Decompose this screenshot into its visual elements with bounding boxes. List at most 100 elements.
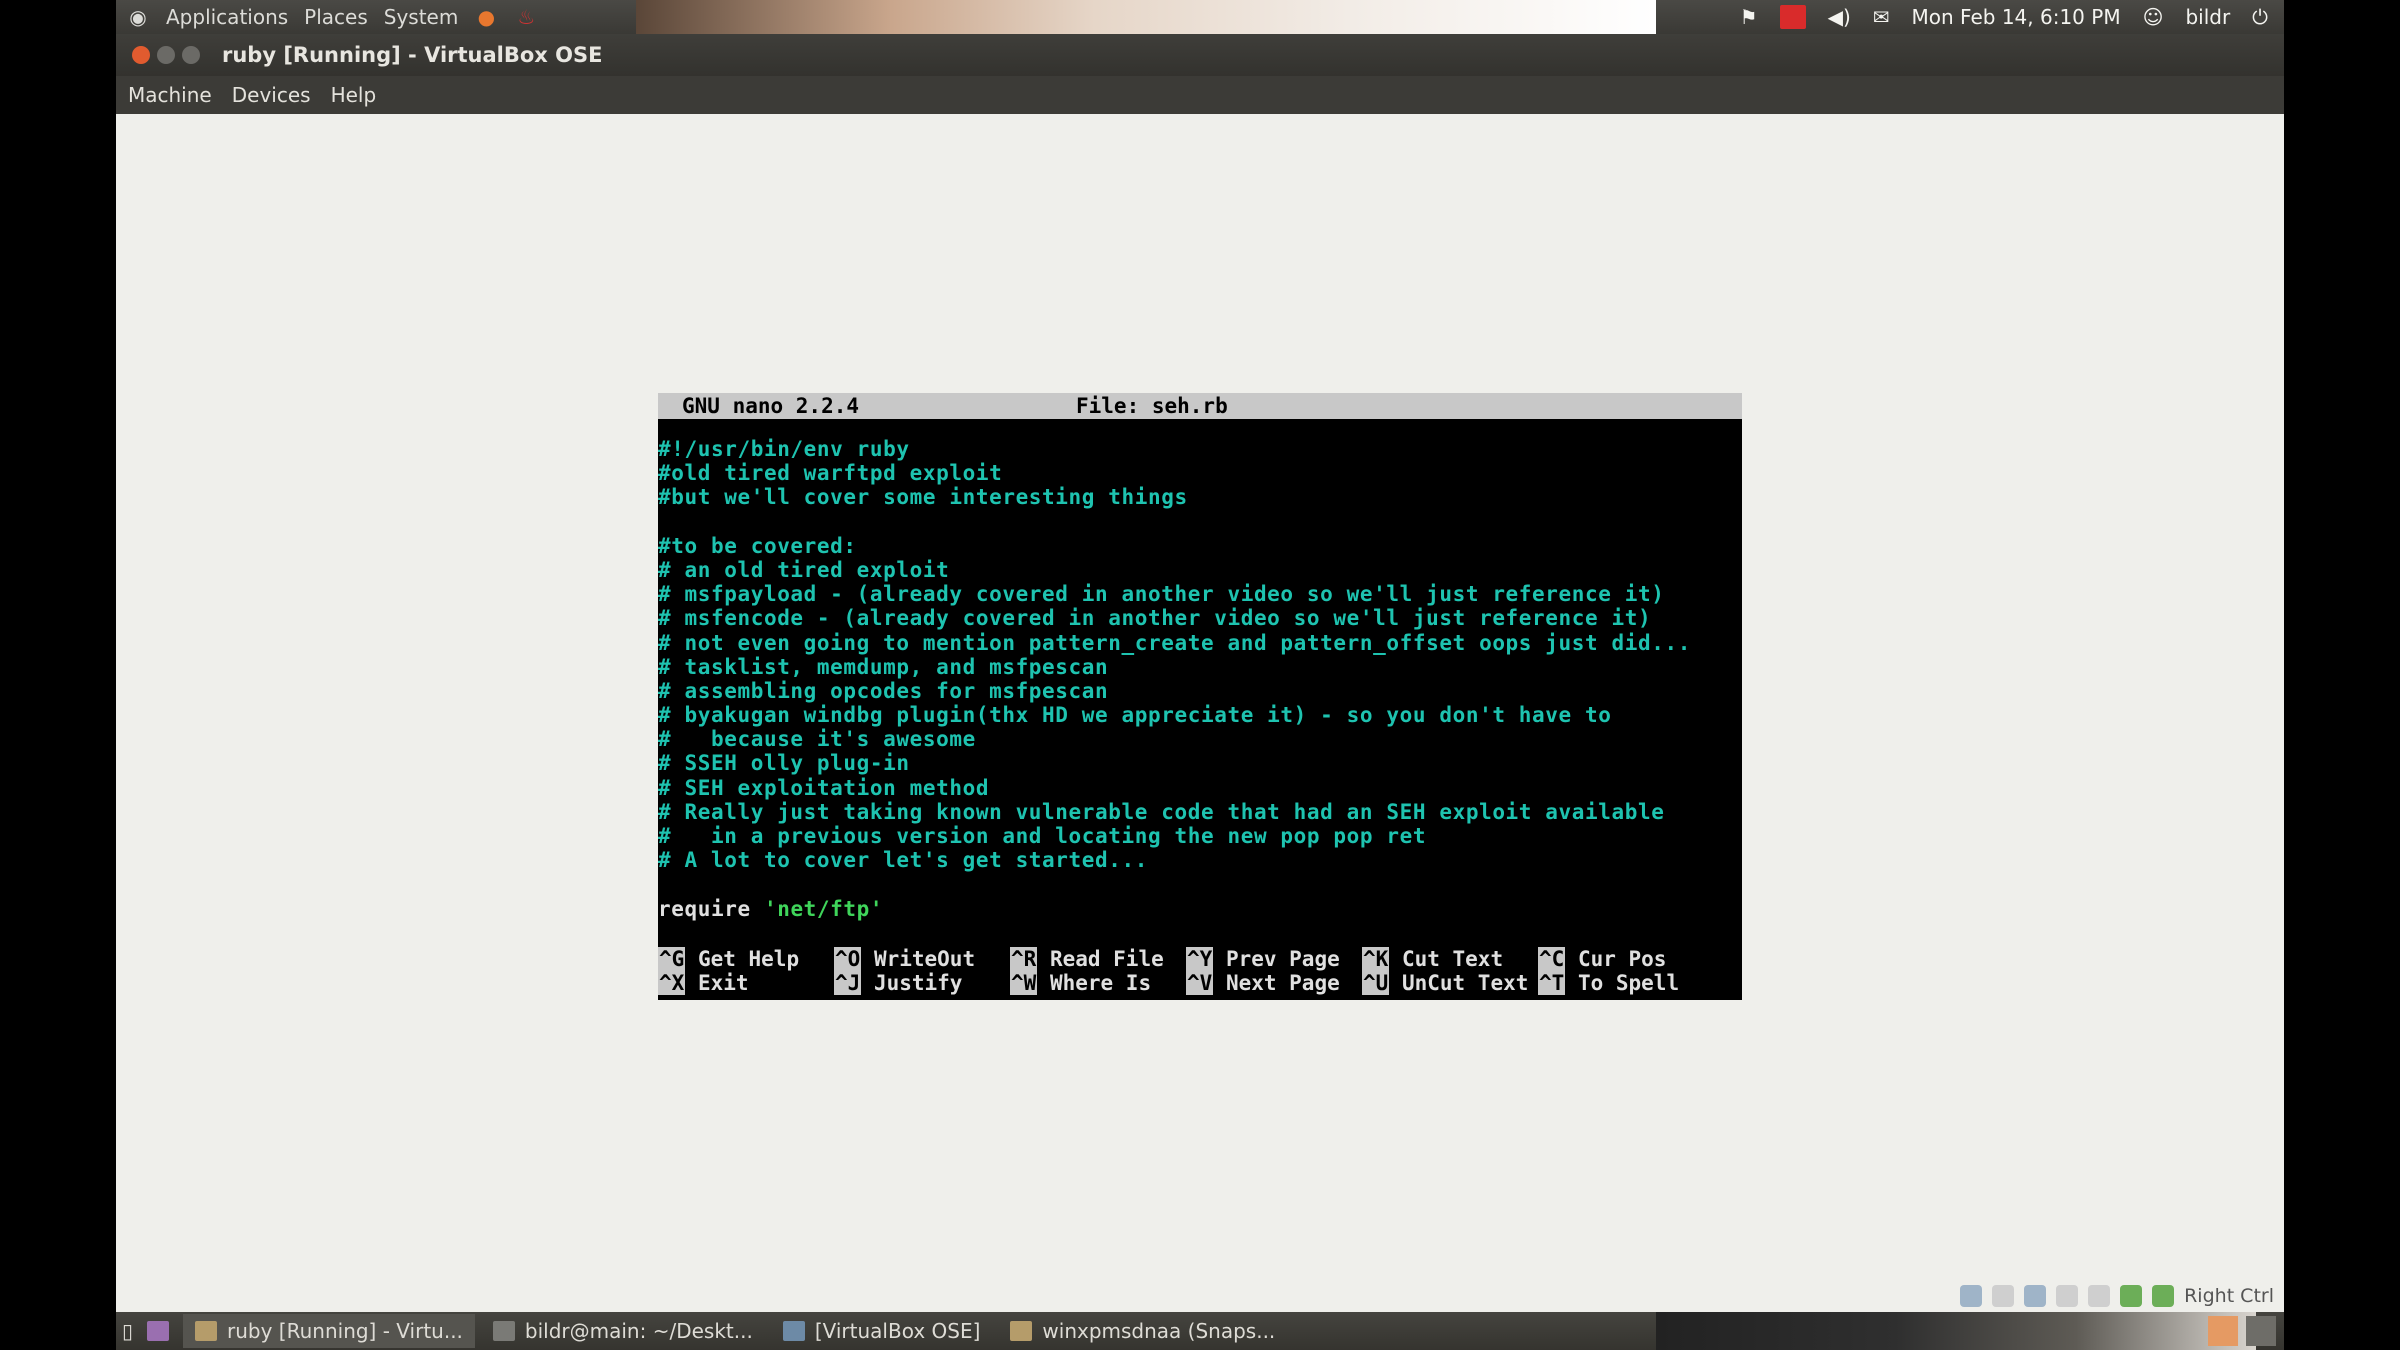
shortcut-key: ^J (834, 971, 862, 995)
network-adapter-icon[interactable] (2024, 1285, 2047, 1307)
volume-icon[interactable]: ◀) (1828, 5, 1851, 29)
shortcut-key: ^T (1538, 971, 1566, 995)
mail-icon[interactable]: ✉ (1873, 5, 1890, 29)
code-line: # SSEH olly plug-in (658, 751, 910, 776)
shortcut-key: ^X (658, 971, 686, 995)
mouse-integration-icon[interactable] (2120, 1285, 2143, 1307)
shortcut-writeout: ^O WriteOut (834, 947, 975, 971)
shared-folder-icon[interactable] (2088, 1285, 2111, 1307)
shortcut-read-file: ^R Read File (1010, 947, 1164, 971)
shortcut-key: ^R (1010, 947, 1038, 971)
shortcut-label: Read File (1049, 947, 1164, 971)
shortcut-key: ^U (1362, 971, 1390, 995)
taskbar-item-label: winxpmsdnaa (Snaps... (1042, 1319, 1276, 1343)
virtualbox-icon (782, 1321, 805, 1341)
taskbar-item-virtualbox[interactable]: [VirtualBox OSE] (771, 1314, 993, 1348)
code-line: # an old tired exploit (658, 557, 950, 582)
menu-help[interactable]: Help (331, 83, 377, 107)
code-line: # byakugan windbg plugin(thx HD we appre… (658, 703, 1612, 728)
menu-machine[interactable]: Machine (128, 83, 212, 107)
user-name[interactable]: bildr (2185, 5, 2230, 29)
code-line: # SEH exploitation method (658, 775, 990, 800)
shortcut-next-page: ^V Next Page (1186, 971, 1340, 995)
shortcut-prev-page: ^Y Prev Page (1186, 947, 1340, 971)
code-line: # msfpayload - (already covered in anoth… (658, 582, 1665, 607)
nano-editor[interactable]: GNU nano 2.2.4 File: seh.rb #!/usr/bin/e… (658, 393, 1742, 1000)
nano-shortcut-bar: ^G Get Help ^O WriteOut ^R Read File ^Y … (658, 947, 1742, 995)
shortcut-key: ^W (1010, 971, 1038, 995)
clock[interactable]: Mon Feb 14, 6:10 PM (1912, 5, 2121, 29)
code-line: # Really just taking known vulnerable co… (658, 799, 1665, 824)
code-line: # msfencode - (already covered in anothe… (658, 606, 1652, 631)
workspace-icon (147, 1321, 170, 1341)
code-line: #to be covered: (658, 533, 857, 558)
virtualbox-icon (195, 1321, 218, 1341)
ubuntu-logo-icon[interactable]: ◉ (126, 5, 150, 29)
usb-icon[interactable] (2056, 1285, 2079, 1307)
nano-buffer[interactable]: #!/usr/bin/env ruby #old tired warftpd e… (658, 419, 1742, 921)
shortcut-row: ^G Get Help ^O WriteOut ^R Read File ^Y … (658, 947, 1742, 971)
taskbar-item-winxp[interactable]: winxpmsdnaa (Snaps... (998, 1314, 1287, 1348)
shortcut-to-spell: ^T To Spell (1538, 971, 1679, 995)
show-desktop-button[interactable]: ▯ (116, 1314, 139, 1348)
code-line: # because it's awesome (658, 727, 976, 752)
shortcut-label: UnCut Text (1401, 971, 1529, 995)
shortcut-label: Justify (873, 971, 963, 995)
code-line: # not even going to mention pattern_crea… (658, 630, 1691, 655)
trash-icon[interactable] (2246, 1316, 2276, 1346)
places-menu[interactable]: Places (304, 5, 368, 29)
code-line: #old tired warftpd exploit (658, 461, 1003, 486)
applications-menu[interactable]: Applications (166, 5, 288, 29)
window-title-bar[interactable]: ruby [Running] - VirtualBox OSE (116, 34, 2284, 76)
virtualbox-icon (1010, 1321, 1033, 1341)
code-line: # in a previous version and locating the… (658, 824, 1427, 848)
taskbar-item-label: [VirtualBox OSE] (814, 1319, 981, 1343)
update-notifier-icon[interactable] (1779, 5, 1806, 29)
shortcut-key: ^V (1186, 971, 1214, 995)
taskbar-item-terminal[interactable]: bildr@main: ~/Deskt... (481, 1314, 765, 1348)
shortcut-label: To Spell (1577, 971, 1680, 995)
shortcut-key: ^O (834, 947, 862, 971)
panel-background-photo (1656, 1312, 2256, 1350)
tray-applet-icon[interactable] (2208, 1316, 2238, 1346)
vbox-status-bar: Right Ctrl (1960, 1282, 2274, 1310)
shortcut-get-help: ^G Get Help (658, 947, 799, 971)
nano-version: GNU nano 2.2.4 (682, 394, 860, 418)
shortcut-row: ^X Exit ^J Justify ^W Where Is ^V Next P… (658, 971, 1742, 995)
vbox-menu-bar: Machine Devices Help (116, 76, 2284, 114)
shortcut-label: Exit (697, 971, 749, 995)
user-icon: ☺ (2142, 5, 2164, 29)
shortcut-key: ^G (658, 947, 686, 971)
harddisk-icon[interactable] (1960, 1285, 1983, 1307)
shortcut-label: WriteOut (873, 947, 976, 971)
menu-devices[interactable]: Devices (232, 83, 311, 107)
network-icon[interactable]: ⚑ (1740, 5, 1758, 29)
shortcut-justify: ^J Justify (834, 971, 962, 995)
minimize-window-button[interactable] (157, 46, 175, 64)
shortcut-cur-pos: ^C Cur Pos (1538, 947, 1666, 971)
shortcut-label: Cut Text (1401, 947, 1504, 971)
desktop: ◉ Applications Places System ● ♨ ⚑ ◀) ✉ … (116, 0, 2284, 1350)
system-menu[interactable]: System (384, 5, 459, 29)
shortcut-where-is: ^W Where Is (1010, 971, 1151, 995)
taskbar-item-ruby[interactable]: ruby [Running] - Virtu... (183, 1314, 475, 1348)
shortcut-label: Next Page (1225, 971, 1340, 995)
close-window-button[interactable] (132, 46, 150, 64)
bottom-panel: ▯ ruby [Running] - Virtu... bildr@main: … (116, 1312, 2284, 1350)
keyboard-capture-icon[interactable] (2152, 1285, 2175, 1307)
string-literal: 'net/ftp' (763, 896, 884, 921)
workspace-switcher[interactable] (139, 1314, 177, 1348)
terminal-icon (492, 1321, 515, 1341)
cdrom-icon[interactable] (1992, 1285, 2015, 1307)
shortcut-cut-text: ^K Cut Text (1362, 947, 1503, 971)
wine-launcher-icon[interactable]: ♨ (514, 5, 538, 29)
code-line: #!/usr/bin/env ruby (658, 437, 910, 461)
shortcut-label: Where Is (1049, 971, 1152, 995)
maximize-window-button[interactable] (182, 46, 200, 64)
taskbar-item-label: bildr@main: ~/Deskt... (524, 1319, 753, 1343)
firefox-launcher-icon[interactable]: ● (474, 5, 498, 29)
code-line: #but we'll cover some interesting things (658, 485, 1188, 510)
power-icon[interactable]: ⏻ (2252, 5, 2268, 29)
window-title: ruby [Running] - VirtualBox OSE (222, 43, 603, 67)
